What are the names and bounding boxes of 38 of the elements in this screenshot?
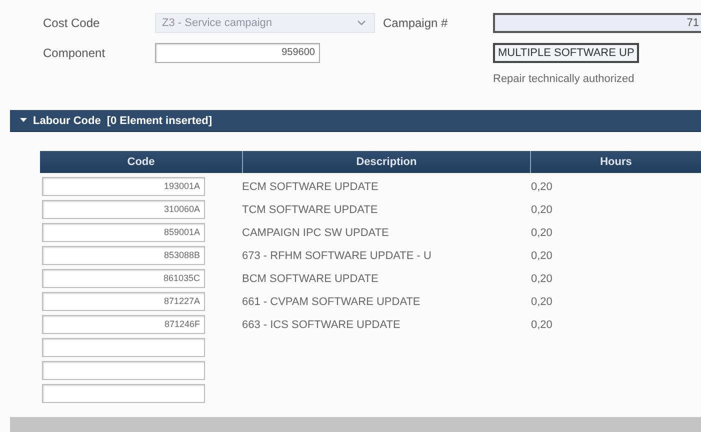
chevron-down-icon: [357, 20, 366, 26]
code-field[interactable]: 310060A: [42, 200, 205, 219]
field-label: Campaign #: [383, 16, 449, 30]
section-header[interactable]: Labour Code [0 Element inserted]: [10, 110, 701, 132]
field-label: Cost Code: [43, 16, 101, 30]
code-field[interactable]: 871246F: [42, 315, 205, 334]
table-cell-text: BCM SOFTWARE UPDATE: [242, 272, 380, 284]
code-field[interactable]: [42, 361, 205, 380]
table-cell-text: ECM SOFTWARE UPDATE: [242, 180, 380, 192]
repair-status-text: Repair technically authorized: [493, 73, 636, 85]
code-field[interactable]: 861035C: [42, 269, 205, 288]
table-cell-text: 0,20: [530, 204, 554, 216]
field-label: Component: [43, 46, 106, 60]
campaign-number-field[interactable]: 71: [493, 13, 701, 33]
table-cell-text: TCM SOFTWARE UPDATE: [242, 204, 379, 216]
table-cell-text: 0,20: [530, 296, 554, 308]
code-field[interactable]: 193001A: [42, 177, 205, 196]
code-field[interactable]: 871227A: [42, 292, 205, 311]
table-cell-text: 0,20: [530, 180, 554, 192]
scroll-bar[interactable]: [10, 417, 701, 432]
table-cell-text: 673 - RFHM SOFTWARE UPDATE - U: [242, 250, 432, 262]
code-field[interactable]: [42, 384, 205, 403]
column-header[interactable]: Description: [242, 151, 530, 173]
component-field[interactable]: 959600: [155, 43, 320, 63]
table-cell-text: 0,20: [530, 226, 554, 238]
code-field[interactable]: 853088B: [42, 246, 205, 265]
triangle-icon: [20, 117, 27, 124]
column-header[interactable]: Code: [40, 151, 242, 173]
column-header[interactable]: Hours: [530, 151, 701, 173]
table-cell-text: 0,20: [530, 272, 554, 284]
table-cell-text: 0,20: [530, 318, 554, 330]
code-field[interactable]: [42, 338, 205, 357]
table-cell-text: CAMPAIGN IPC SW UPDATE: [242, 226, 390, 238]
table-cell-text: 663 - ICS SOFTWARE UPDATE: [242, 318, 402, 330]
table-cell-text: 0,20: [530, 250, 554, 262]
code-field[interactable]: 859001A: [42, 223, 205, 242]
campaign-description-field[interactable]: MULTIPLE SOFTWARE UP: [493, 43, 640, 63]
table-cell-text: 661 - CVPAM SOFTWARE UPDATE: [242, 296, 422, 308]
